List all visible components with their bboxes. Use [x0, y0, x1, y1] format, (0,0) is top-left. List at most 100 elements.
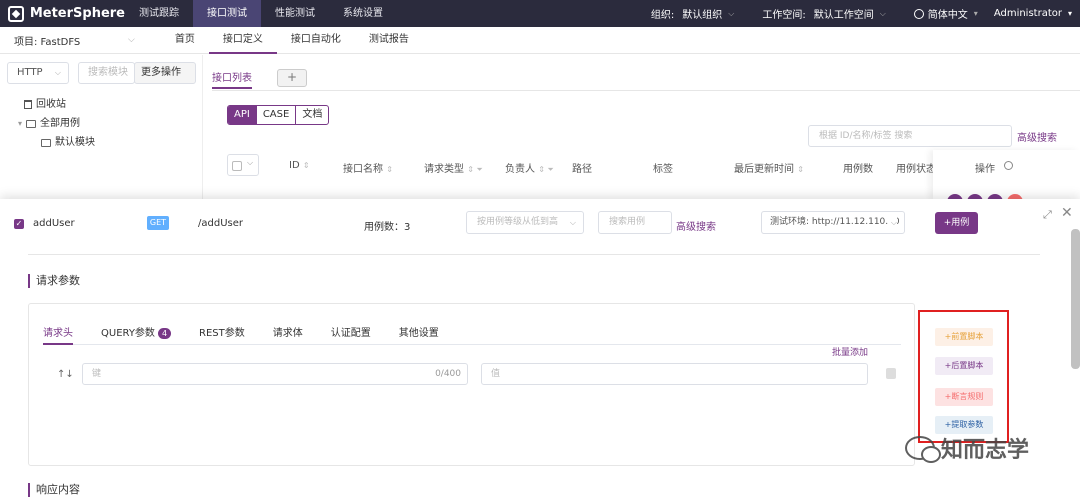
checkbox[interactable]: [232, 161, 242, 171]
sort-icon: ⇕ ⏷: [538, 165, 554, 174]
add-assertion-button[interactable]: +断言规则: [935, 388, 993, 406]
app-logo[interactable]: MeterSphere: [0, 5, 125, 22]
env-select[interactable]: 测试环境: http://11.12.110.20 ⌵: [761, 211, 905, 234]
api-name: addUser: [33, 218, 75, 229]
menu-api-testing[interactable]: 接口测试: [193, 0, 261, 27]
module-search-input[interactable]: 搜索模块: [78, 62, 135, 84]
col-method[interactable]: 请求类型 ⇕ ⏷: [424, 160, 483, 175]
header-key-input[interactable]: 键 0/400: [82, 363, 468, 385]
col-path: 路径: [572, 160, 592, 175]
col-name[interactable]: 接口名称 ⇕: [343, 160, 393, 175]
tree-label: 全部用例: [40, 118, 81, 129]
bulk-add-link[interactable]: 批量添加: [832, 345, 868, 358]
sort-icon: ⇕: [797, 165, 804, 174]
col-label: 接口名称: [343, 164, 383, 175]
tree-item-all[interactable]: ▾ 全部用例: [18, 114, 95, 133]
menu-test-tracking[interactable]: 测试跟踪: [125, 0, 193, 27]
scrollbar[interactable]: [1071, 229, 1080, 369]
chevron-down-icon: ⌵: [879, 8, 886, 18]
mode-switch: API CASE 文档: [227, 105, 330, 125]
api-path: /addUser: [198, 218, 243, 229]
tree-label: 默认模块: [55, 137, 95, 148]
subnav-home[interactable]: 首页: [161, 27, 209, 54]
mode-doc[interactable]: 文档: [296, 106, 328, 124]
script-buttons-highlight: +前置脚本 +后置脚本 +断言规则 +提取参数: [918, 310, 1009, 443]
mode-api[interactable]: API: [228, 106, 257, 124]
folder-icon: [41, 138, 51, 147]
api-search-input[interactable]: 根据 ID/名称/标签 搜索: [808, 125, 1012, 147]
ops-column: 操作: [933, 150, 1080, 210]
sort-icon: ⇕ ⏷: [467, 165, 483, 174]
language-select[interactable]: 简体中文: [928, 6, 968, 21]
chevron-down-icon: ⌵: [54, 68, 61, 77]
folder-icon: [26, 119, 37, 128]
menu-performance-testing[interactable]: 性能测试: [261, 0, 329, 27]
header-value-input[interactable]: 值: [481, 363, 868, 385]
globe-icon: [913, 8, 924, 19]
main-menu: 测试跟踪 接口测试 性能测试 系统设置: [125, 0, 397, 27]
expand-icon[interactable]: ⤢: [1043, 208, 1052, 222]
delete-icon[interactable]: [886, 368, 896, 379]
case-count: 用例数：3: [364, 222, 411, 233]
subnav-test-report[interactable]: 测试报告: [355, 27, 423, 54]
divider: [212, 90, 1080, 91]
org-select[interactable]: 默认组织: [682, 6, 722, 21]
col-id[interactable]: ID ⇕: [289, 160, 310, 171]
key-placeholder: 键: [92, 369, 102, 379]
priority-placeholder: 按用例等级从低到高: [477, 217, 559, 227]
tab-label: QUERY参数: [101, 328, 155, 339]
org-label: 组织:: [650, 10, 675, 21]
col-ops: 操作: [975, 164, 995, 175]
protocol-select[interactable]: HTTP ⌵: [7, 62, 69, 84]
top-nav: MeterSphere 测试跟踪 接口测试 性能测试 系统设置 组织: 默认组织…: [0, 0, 1080, 27]
advanced-search-link[interactable]: 高级搜索: [676, 218, 716, 233]
watermark: 知而志学: [905, 432, 1029, 464]
menu-system-settings[interactable]: 系统设置: [329, 0, 397, 27]
select-all-dropdown[interactable]: ⌵: [227, 154, 259, 176]
response-title: 响应内容: [28, 483, 80, 497]
col-label: 最后更新时间: [734, 164, 794, 175]
priority-select[interactable]: 按用例等级从低到高 ⌵: [466, 211, 584, 234]
more-ops-button[interactable]: 更多操作: [134, 62, 196, 84]
col-case-status: 用例状态: [896, 160, 936, 175]
add-tab-button[interactable]: +: [277, 69, 307, 87]
workspace-select[interactable]: 默认工作空间: [814, 6, 874, 21]
add-pre-script-button[interactable]: +前置脚本: [935, 328, 993, 346]
more-ops-label: 更多操作: [141, 67, 181, 78]
mode-case[interactable]: CASE: [257, 106, 297, 124]
wechat-icon: [905, 436, 941, 463]
col-label: 负责人: [505, 164, 535, 175]
tab-api-list[interactable]: 接口列表: [212, 69, 252, 89]
col-label: 用例状态: [896, 164, 936, 175]
tree-item-recycle[interactable]: 回收站: [24, 95, 95, 114]
request-params-card: 请求头 QUERY参数 4 REST参数 请求体 认证配置 其他设置 批量添加 ↑…: [28, 303, 915, 466]
key-char-count: 0/400: [435, 369, 461, 379]
chevron-down-icon: ⌵: [887, 212, 897, 233]
top-right-controls: 组织: 默认组织 ⌵ 工作空间: 默认工作空间 ⌵ 简体中文 ▾ Adminis…: [651, 0, 1072, 27]
col-owner[interactable]: 负责人 ⇕ ⏷: [505, 160, 554, 175]
advanced-search-link[interactable]: 高级搜索: [1017, 129, 1057, 144]
tree-item-default-module[interactable]: 默认模块: [41, 133, 95, 152]
api-checkbox[interactable]: ✓: [14, 219, 24, 229]
add-post-script-button[interactable]: +后置脚本: [935, 357, 993, 375]
add-case-button[interactable]: +用例: [935, 212, 978, 234]
col-label: ID: [289, 160, 300, 171]
chevron-down-icon: ▾: [973, 9, 978, 18]
method-badge: GET: [147, 216, 169, 230]
gear-icon[interactable]: [1004, 161, 1013, 170]
project-select[interactable]: 项目: FastDFS: [0, 33, 128, 48]
close-icon[interactable]: ✕: [1061, 205, 1073, 221]
case-search-input[interactable]: 搜索用例: [598, 211, 672, 234]
sort-icon: ⇕: [386, 165, 393, 174]
request-params-title: 请求参数: [28, 274, 80, 288]
metersphere-logo-icon: [8, 5, 24, 22]
sort-arrows-icon[interactable]: ↑↓: [57, 369, 74, 380]
chevron-down-icon: ⌵: [247, 158, 254, 167]
chevron-down-icon: ⌵: [569, 218, 576, 227]
col-updated[interactable]: 最后更新时间 ⇕: [734, 160, 804, 175]
subnav-api-automation[interactable]: 接口自动化: [277, 27, 355, 54]
col-label: 请求类型: [424, 164, 464, 175]
user-menu[interactable]: Administrator: [994, 8, 1062, 19]
tab-underline: [43, 344, 901, 345]
subnav-api-definition[interactable]: 接口定义: [208, 27, 277, 54]
